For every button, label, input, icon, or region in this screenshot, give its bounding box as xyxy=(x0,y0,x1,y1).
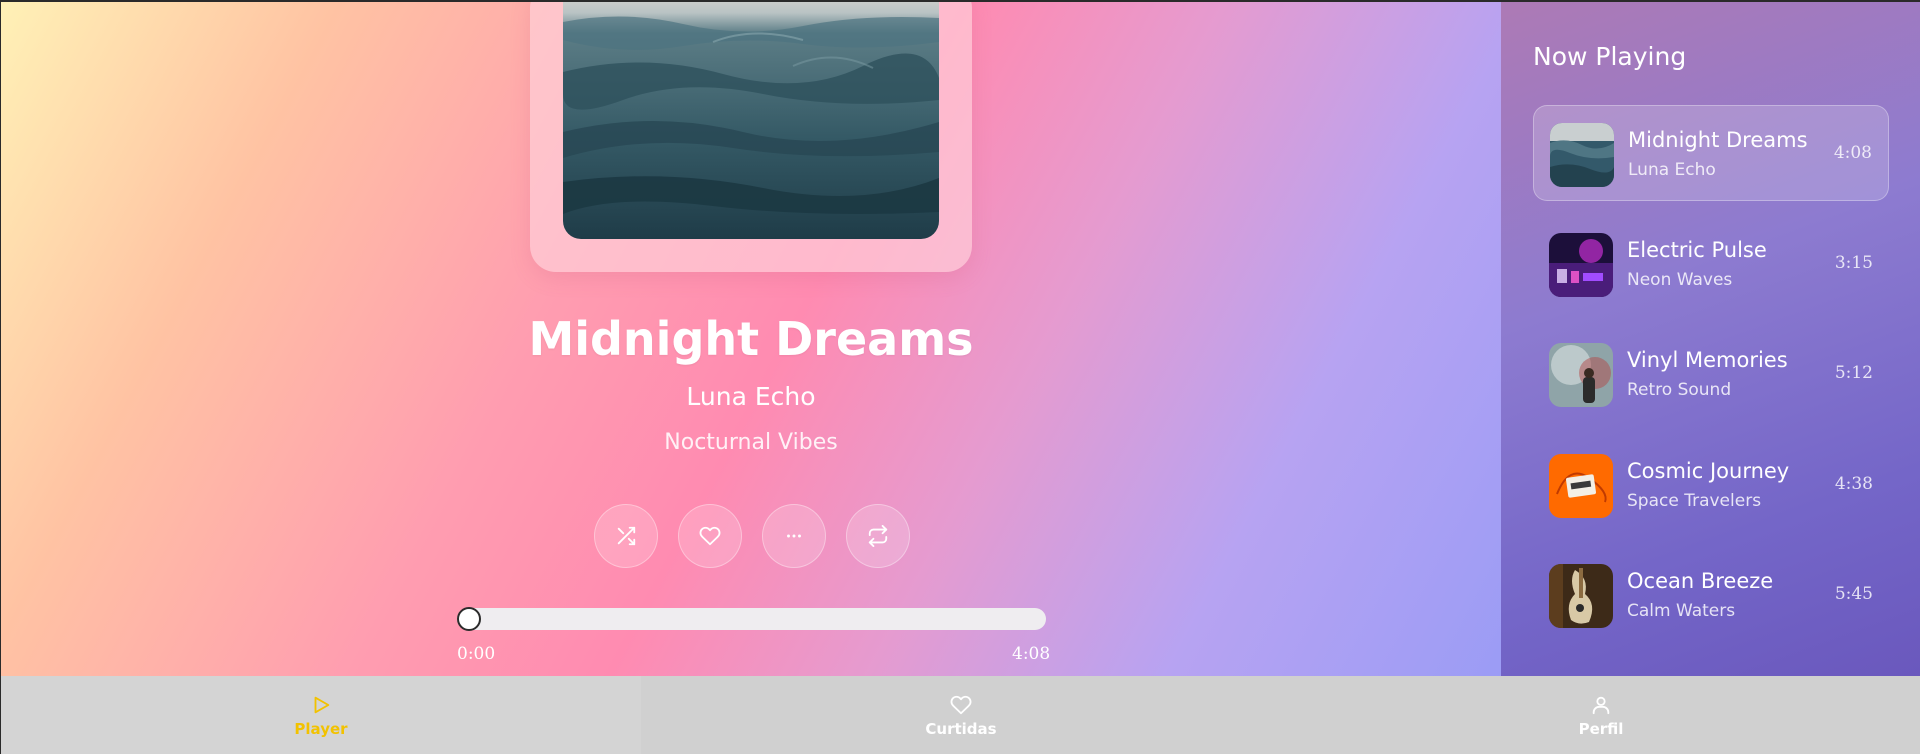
track-title: Ocean Breeze xyxy=(1627,569,1774,593)
album-art-card xyxy=(530,2,972,272)
album-art xyxy=(563,2,939,239)
track-title: Midnight Dreams xyxy=(1628,128,1808,152)
track-duration: 5:12 xyxy=(1834,363,1873,383)
track-thumbnail xyxy=(1549,343,1613,407)
nav-perfil[interactable]: Perfil xyxy=(1281,676,1920,754)
nav-perfil-label: Perfil xyxy=(1578,720,1624,738)
progress-thumb[interactable] xyxy=(457,607,481,631)
heart-icon xyxy=(699,526,721,546)
repeat-icon xyxy=(868,525,888,547)
nav-player-label: Player xyxy=(294,720,348,738)
track-artist: Luna Echo xyxy=(1628,160,1716,180)
repeat-button[interactable] xyxy=(846,504,910,568)
track-title: Cosmic Journey xyxy=(1627,459,1790,483)
bottom-nav: Player Curtidas Perfil xyxy=(1,676,1920,754)
track-thumbnail xyxy=(1550,123,1614,187)
track-artist: Neon Waves xyxy=(1627,270,1733,290)
track-thumbnail xyxy=(1549,564,1613,628)
song-album: Nocturnal Vibes xyxy=(664,430,838,455)
track-duration: 4:38 xyxy=(1834,474,1873,494)
current-time: 0:00 xyxy=(457,644,496,664)
music-player-app: Midnight Dreams Luna Echo Nocturnal Vibe… xyxy=(0,0,1920,754)
queue-item[interactable]: Electric Pulse Neon Waves 3:15 xyxy=(1533,216,1889,312)
track-title: Electric Pulse xyxy=(1627,238,1767,262)
track-thumbnail xyxy=(1549,233,1613,297)
song-title: Midnight Dreams xyxy=(528,312,974,366)
queue-item[interactable]: Vinyl Memories Retro Sound 5:12 xyxy=(1533,326,1889,422)
track-duration: 3:15 xyxy=(1834,253,1873,273)
track-artist: Retro Sound xyxy=(1627,380,1732,400)
queue-item[interactable]: Ocean Breeze Calm Waters 5:45 xyxy=(1533,547,1889,643)
more-horizontal-icon xyxy=(787,534,801,538)
song-artist: Luna Echo xyxy=(686,382,816,411)
track-thumbnail xyxy=(1549,454,1613,518)
more-options-button[interactable] xyxy=(762,504,826,568)
queue-sidebar: Now Playing Midnight Dreams Luna Echo 4:… xyxy=(1501,2,1920,676)
track-duration: 5:45 xyxy=(1834,584,1873,604)
heart-icon xyxy=(950,695,972,715)
shuffle-icon xyxy=(617,526,636,546)
nav-curtidas-label: Curtidas xyxy=(925,720,997,738)
shuffle-button[interactable] xyxy=(594,504,658,568)
like-button[interactable] xyxy=(678,504,742,568)
track-duration: 4:08 xyxy=(1833,143,1872,163)
queue-item[interactable]: Cosmic Journey Space Travelers 4:38 xyxy=(1533,437,1889,533)
nav-curtidas[interactable]: Curtidas xyxy=(641,676,1281,754)
total-duration: 4:08 xyxy=(1012,644,1051,664)
track-artist: Calm Waters xyxy=(1627,601,1736,621)
user-icon xyxy=(1592,696,1610,715)
queue-item[interactable]: Midnight Dreams Luna Echo 4:08 xyxy=(1533,105,1889,201)
queue-title: Now Playing xyxy=(1533,42,1687,71)
nav-player[interactable]: Player xyxy=(1,676,641,754)
track-artist: Space Travelers xyxy=(1627,491,1762,511)
track-title: Vinyl Memories xyxy=(1627,348,1788,372)
player-main: Midnight Dreams Luna Echo Nocturnal Vibe… xyxy=(1,2,1501,676)
progress-bar[interactable] xyxy=(457,607,1046,631)
play-icon xyxy=(314,696,330,714)
